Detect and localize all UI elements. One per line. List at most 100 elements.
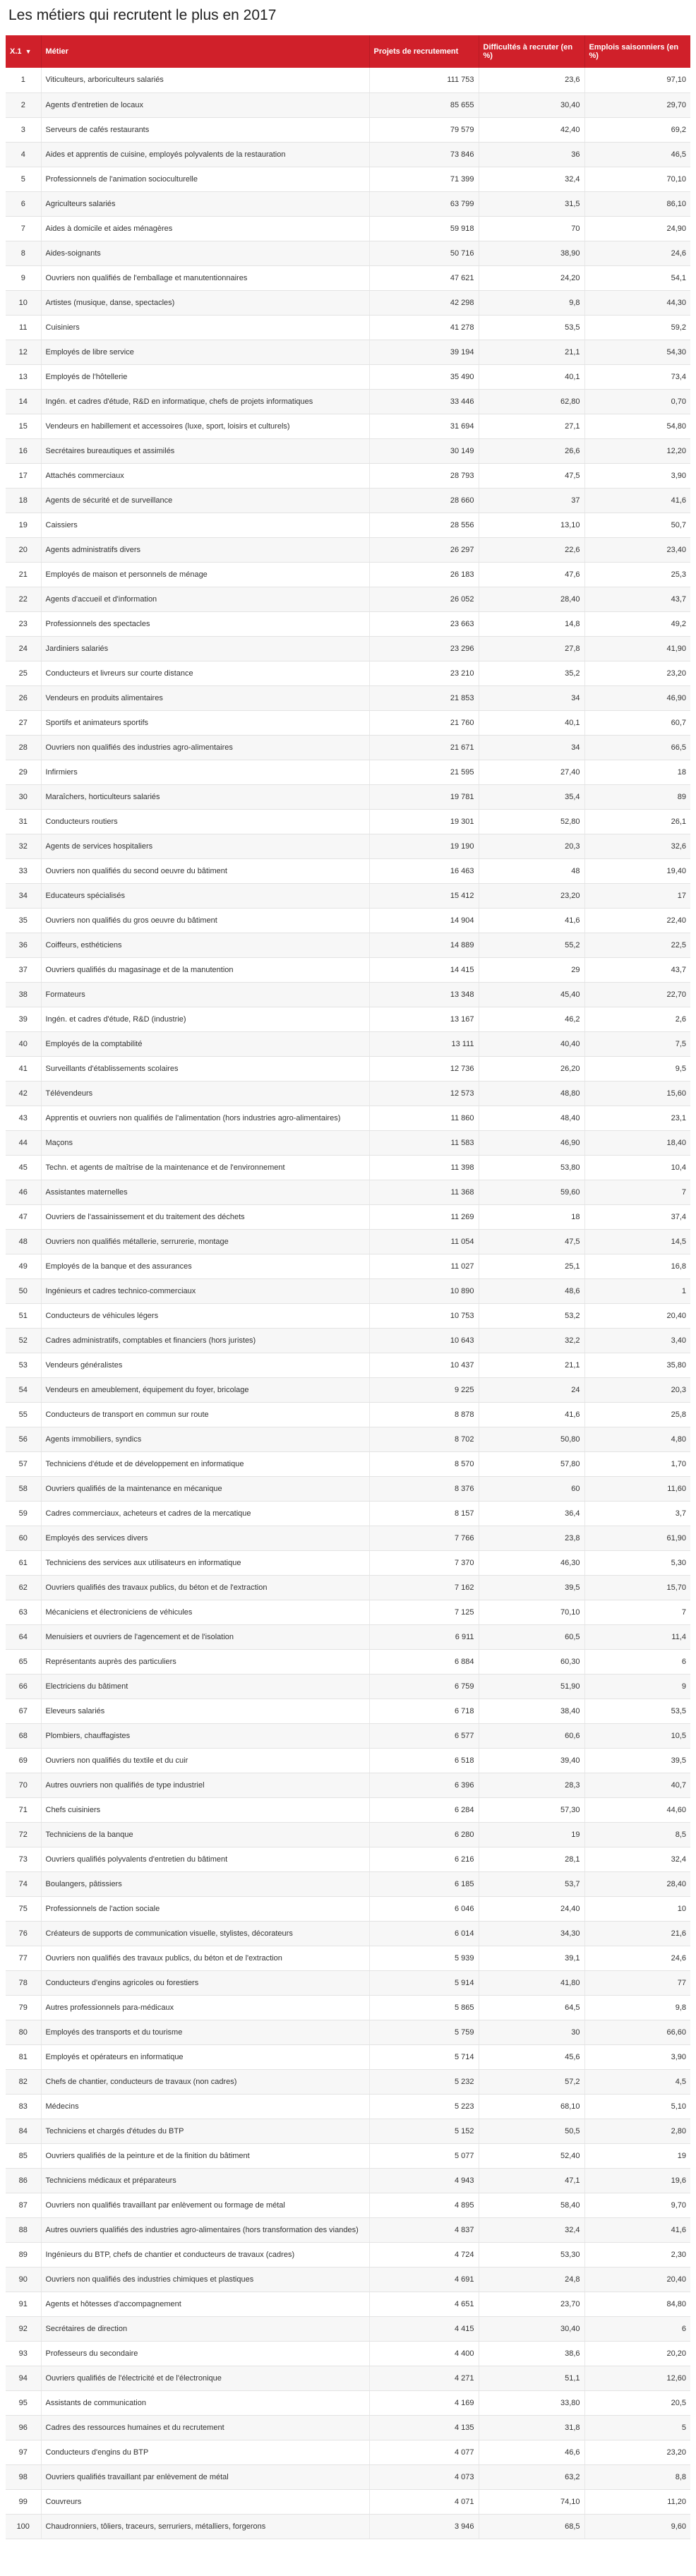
difficulty-cell: 26,6 <box>479 438 585 464</box>
difficulty-cell: 46,6 <box>479 2440 585 2465</box>
seasonal-cell: 26,1 <box>584 809 690 834</box>
projects-cell: 4 169 <box>369 2390 479 2416</box>
difficulty-cell: 36 <box>479 142 585 167</box>
difficulty-cell: 68,10 <box>479 2094 585 2119</box>
projects-cell: 19 190 <box>369 834 479 859</box>
job-cell: Ouvriers qualifiés polyvalents d'entreti… <box>41 1847 370 1872</box>
seasonal-cell: 6 <box>584 2316 690 2342</box>
rank-cell: 33 <box>6 858 42 884</box>
difficulty-cell: 18 <box>479 1204 585 1230</box>
difficulty-cell: 47,1 <box>479 2168 585 2193</box>
difficulty-cell: 53,80 <box>479 1155 585 1180</box>
job-cell: Télévendeurs <box>41 1081 370 1106</box>
seasonal-cell: 70,10 <box>584 167 690 192</box>
difficulty-cell: 41,6 <box>479 1402 585 1427</box>
projects-cell: 5 232 <box>369 2069 479 2095</box>
projects-cell: 63 799 <box>369 191 479 217</box>
column-header-job[interactable]: Métier <box>41 35 370 68</box>
rank-cell: 58 <box>6 1476 42 1502</box>
difficulty-cell: 48,40 <box>479 1106 585 1131</box>
table-row: 8 Aides-soignants 50 716 38,90 24,6 <box>6 241 690 266</box>
difficulty-cell: 21,1 <box>479 340 585 365</box>
seasonal-cell: 20,20 <box>584 2341 690 2366</box>
rank-cell: 88 <box>6 2217 42 2243</box>
job-cell: Ouvriers qualifiés du magasinage et de l… <box>41 957 370 983</box>
sort-descending-icon[interactable]: ▼ <box>25 48 32 55</box>
table-row: 65 Représentants auprès des particuliers 6… <box>6 1649 690 1675</box>
table-row: 81 Employés et opérateurs en informatique… <box>6 2044 690 2070</box>
job-cell: Médecins <box>41 2094 370 2119</box>
job-cell: Vendeurs en produits alimentaires <box>41 685 370 711</box>
seasonal-cell: 4,80 <box>584 1427 690 1452</box>
table-row: 49 Employés de la banque et des assurance… <box>6 1254 690 1279</box>
table-row: 78 Conducteurs d'engins agricoles ou fore… <box>6 1970 690 1996</box>
difficulty-cell: 35,4 <box>479 784 585 810</box>
job-cell: Viticulteurs, arboriculteurs salariés <box>41 68 370 93</box>
projects-cell: 5 714 <box>369 2044 479 2070</box>
job-cell: Electriciens du bâtiment <box>41 1674 370 1699</box>
rank-cell: 46 <box>6 1180 42 1205</box>
table-row: 43 Apprentis et ouvriers non qualifiés de… <box>6 1106 690 1131</box>
job-cell: Conducteurs et livreurs sur courte dista… <box>41 661 370 686</box>
projects-cell: 6 518 <box>369 1748 479 1773</box>
projects-cell: 8 702 <box>369 1427 479 1452</box>
column-header-seasonal[interactable]: Emplois saisonniers (en %) <box>584 35 690 68</box>
rank-cell: 1 <box>6 68 42 93</box>
difficulty-cell: 59,60 <box>479 1180 585 1205</box>
table-row: 39 Ingén. et cadres d'étude, R&D (industr… <box>6 1007 690 1032</box>
projects-cell: 11 054 <box>369 1229 479 1254</box>
table-row: 54 Vendeurs en ameublement, équipement du… <box>6 1377 690 1403</box>
seasonal-cell: 54,1 <box>584 265 690 291</box>
projects-cell: 4 400 <box>369 2341 479 2366</box>
table-row: 67 Eleveurs salariés 6 718 38,40 53,5 <box>6 1699 690 1724</box>
table-row: 21 Employés de maison et personnels de mé… <box>6 562 690 587</box>
table-row: 40 Employés de la comptabilité 13 111 40,40… <box>6 1031 690 1057</box>
seasonal-cell: 41,90 <box>584 636 690 661</box>
difficulty-cell: 30 <box>479 2020 585 2045</box>
difficulty-cell: 47,6 <box>479 562 585 587</box>
seasonal-cell: 66,5 <box>584 735 690 760</box>
column-header-rank[interactable]: X.1 ▼ <box>6 35 42 68</box>
difficulty-cell: 27,1 <box>479 414 585 439</box>
rank-cell: 26 <box>6 685 42 711</box>
seasonal-cell: 37,4 <box>584 1204 690 1230</box>
table-row: 6 Agriculteurs salariés 63 799 31,5 86,10 <box>6 191 690 217</box>
rank-cell: 12 <box>6 340 42 365</box>
table-row: 69 Ouvriers non qualifiés du textile et d… <box>6 1748 690 1773</box>
difficulty-cell: 34 <box>479 735 585 760</box>
seasonal-cell: 23,40 <box>584 537 690 563</box>
job-cell: Vendeurs généralistes <box>41 1353 370 1378</box>
seasonal-cell: 3,90 <box>584 463 690 489</box>
projects-cell: 5 914 <box>369 1970 479 1996</box>
job-cell: Coiffeurs, esthéticiens <box>41 933 370 958</box>
seasonal-cell: 9,5 <box>584 1056 690 1082</box>
difficulty-cell: 60,6 <box>479 1723 585 1749</box>
table-row: 59 Cadres commerciaux, acheteurs et cadre… <box>6 1501 690 1526</box>
difficulty-cell: 58,40 <box>479 2193 585 2218</box>
seasonal-cell: 22,5 <box>584 933 690 958</box>
job-cell: Ouvriers non qualifiés des industries ag… <box>41 735 370 760</box>
column-header-difficulty[interactable]: Difficultés à recruter (en %) <box>479 35 585 68</box>
difficulty-cell: 45,40 <box>479 982 585 1007</box>
projects-cell: 6 759 <box>369 1674 479 1699</box>
job-cell: Agents d'entretien de locaux <box>41 92 370 118</box>
table-row: 35 Ouvriers non qualifiés du gros oeuvre … <box>6 908 690 933</box>
seasonal-cell: 23,20 <box>584 661 690 686</box>
seasonal-cell: 6 <box>584 1649 690 1675</box>
job-cell: Employés de libre service <box>41 340 370 365</box>
projects-cell: 14 415 <box>369 957 479 983</box>
job-cell: Agents immobiliers, syndics <box>41 1427 370 1452</box>
table-row: 92 Secrétaires de direction 4 415 30,40 6 <box>6 2316 690 2342</box>
projects-cell: 7 766 <box>369 1526 479 1551</box>
projects-cell: 26 052 <box>369 587 479 612</box>
projects-cell: 10 643 <box>369 1328 479 1353</box>
rank-cell: 62 <box>6 1575 42 1600</box>
column-header-projects[interactable]: Projets de recrutement <box>369 35 479 68</box>
projects-cell: 5 759 <box>369 2020 479 2045</box>
projects-cell: 42 298 <box>369 290 479 316</box>
difficulty-cell: 34,30 <box>479 1921 585 1946</box>
seasonal-cell: 22,40 <box>584 908 690 933</box>
projects-cell: 10 753 <box>369 1303 479 1329</box>
seasonal-cell: 9 <box>584 1674 690 1699</box>
seasonal-cell: 16,8 <box>584 1254 690 1279</box>
